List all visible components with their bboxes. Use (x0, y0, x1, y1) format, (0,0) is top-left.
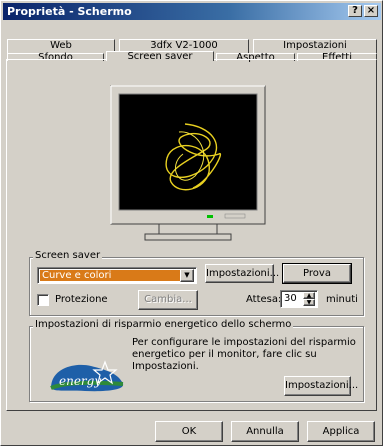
apply-button[interactable]: Applica (307, 421, 375, 442)
screensaver-settings-button[interactable]: Impostazioni... (205, 264, 279, 283)
wait-label: Attesa: (246, 294, 282, 305)
tab-screen-saver[interactable]: Screen saver (106, 51, 214, 62)
window-title: Proprietà - Schermo (7, 5, 132, 18)
tab-web[interactable]: Web (7, 39, 115, 53)
close-button[interactable]: × (364, 5, 378, 17)
ok-button[interactable]: OK (155, 421, 223, 442)
arrow-down-icon: ▼ (306, 299, 312, 306)
screensaver-select[interactable]: Curve e colori ▼ (37, 267, 197, 284)
power-led-icon (207, 215, 213, 218)
energy-settings-button[interactable]: Impostazioni... (284, 376, 358, 396)
tab-impostazioni[interactable]: Impostazioni (253, 39, 377, 53)
chevron-down-icon: ▼ (184, 271, 190, 279)
change-password-button[interactable]: Cambia... (138, 290, 198, 310)
cancel-button[interactable]: Annulla (231, 421, 299, 442)
preview-button[interactable]: Prova (282, 263, 352, 284)
screensaver-select-value: Curve e colori (40, 270, 180, 281)
password-label: Protezione (55, 294, 108, 305)
energy-star-logo-icon: energy (50, 360, 124, 392)
arrow-up-icon: ▲ (306, 292, 312, 299)
help-icon: ? (352, 5, 358, 16)
wait-spinner-up[interactable]: ▲ (303, 292, 315, 299)
energy-description: Per configurare le impostazioni del risp… (132, 337, 356, 372)
wait-unit: minuti (326, 294, 358, 305)
dropdown-button[interactable]: ▼ (180, 269, 194, 282)
help-button[interactable]: ? (348, 5, 362, 17)
password-checkbox[interactable] (37, 294, 49, 306)
svg-text:energy: energy (59, 374, 101, 388)
close-icon: × (366, 5, 376, 16)
dialog-window: Proprietà - Schermo ? × Web 3dfx V2-1000… (0, 0, 383, 446)
title-bar[interactable]: Proprietà - Schermo ? × (3, 3, 381, 20)
energy-group-label: Impostazioni di risparmio energetico del… (33, 319, 294, 330)
wait-spinner-down[interactable]: ▼ (303, 299, 315, 306)
monitor-preview (110, 85, 266, 241)
screensaver-group-label: Screen saver (33, 250, 103, 261)
wait-input[interactable]: 30 ▲ ▼ (280, 290, 318, 308)
